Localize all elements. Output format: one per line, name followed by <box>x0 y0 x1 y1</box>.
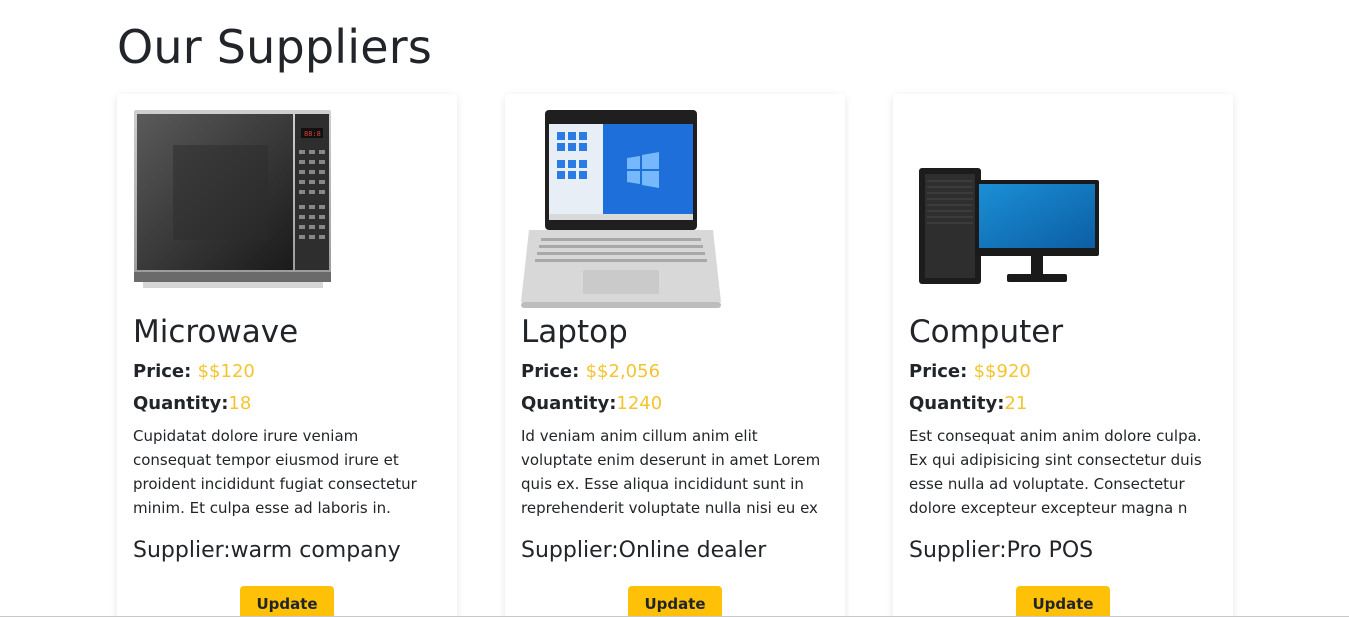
price-value: $$920 <box>973 361 1031 382</box>
price-label: Price: <box>909 361 974 382</box>
supplier-name: warm company <box>230 538 401 563</box>
quantity-label: Quantity: <box>521 393 617 414</box>
product-description: Id veniam anim cillum anim elit voluptat… <box>521 427 821 517</box>
supplier-cards: 88:8 Microwave Price: $$120 Quantity:18 … <box>117 94 1233 617</box>
quantity-row: Quantity:1240 <box>521 392 829 416</box>
quantity-value: 18 <box>228 393 252 414</box>
supplier-row: Supplier:Online dealer <box>521 536 829 566</box>
supplier-name: Pro POS <box>1006 538 1094 563</box>
desktop-computer-image <box>909 110 1109 310</box>
supplier-label: Supplier: <box>909 538 1007 563</box>
price-label: Price: <box>521 361 586 382</box>
page-title: Our Suppliers <box>117 20 432 74</box>
quantity-value: 1240 <box>616 393 663 414</box>
supplier-row: Supplier:Pro POS <box>909 536 1217 566</box>
product-name: Laptop <box>521 314 628 350</box>
quantity-label: Quantity: <box>133 393 229 414</box>
quantity-row: Quantity:18 <box>133 392 441 416</box>
price-row: Price: $$2,056 <box>521 360 829 384</box>
update-button[interactable]: Update <box>628 586 722 617</box>
supplier-label: Supplier: <box>521 538 619 563</box>
supplier-name: Online dealer <box>618 538 767 563</box>
update-button[interactable]: Update <box>1016 586 1110 617</box>
product-card-microwave: 88:8 Microwave Price: $$120 Quantity:18 … <box>117 94 457 617</box>
product-card-laptop: Laptop Price: $$2,056 Quantity:1240 Id v… <box>505 94 845 617</box>
price-row: Price: $$920 <box>909 360 1217 384</box>
svg-text:88:8: 88:8 <box>304 130 321 138</box>
price-row: Price: $$120 <box>133 360 441 384</box>
product-description: Cupidatat dolore irure veniam consequat … <box>133 427 417 517</box>
product-name: Microwave <box>133 314 299 350</box>
supplier-row: Supplier:warm company <box>133 536 441 566</box>
price-value: $$120 <box>197 361 255 382</box>
quantity-row: Quantity:21 <box>909 392 1217 416</box>
quantity-label: Quantity: <box>909 393 1005 414</box>
price-value: $$2,056 <box>585 361 661 382</box>
product-card-computer: Computer Price: $$920 Quantity:21 Est co… <box>893 94 1233 617</box>
product-description: Est consequat anim anim dolore culpa. Ex… <box>909 427 1202 517</box>
quantity-value: 21 <box>1004 393 1028 414</box>
price-label: Price: <box>133 361 198 382</box>
supplier-label: Supplier: <box>133 538 231 563</box>
product-name: Computer <box>909 314 1064 350</box>
microwave-image: 88:8 <box>133 110 333 310</box>
update-button[interactable]: Update <box>240 586 334 617</box>
laptop-image <box>521 110 721 310</box>
